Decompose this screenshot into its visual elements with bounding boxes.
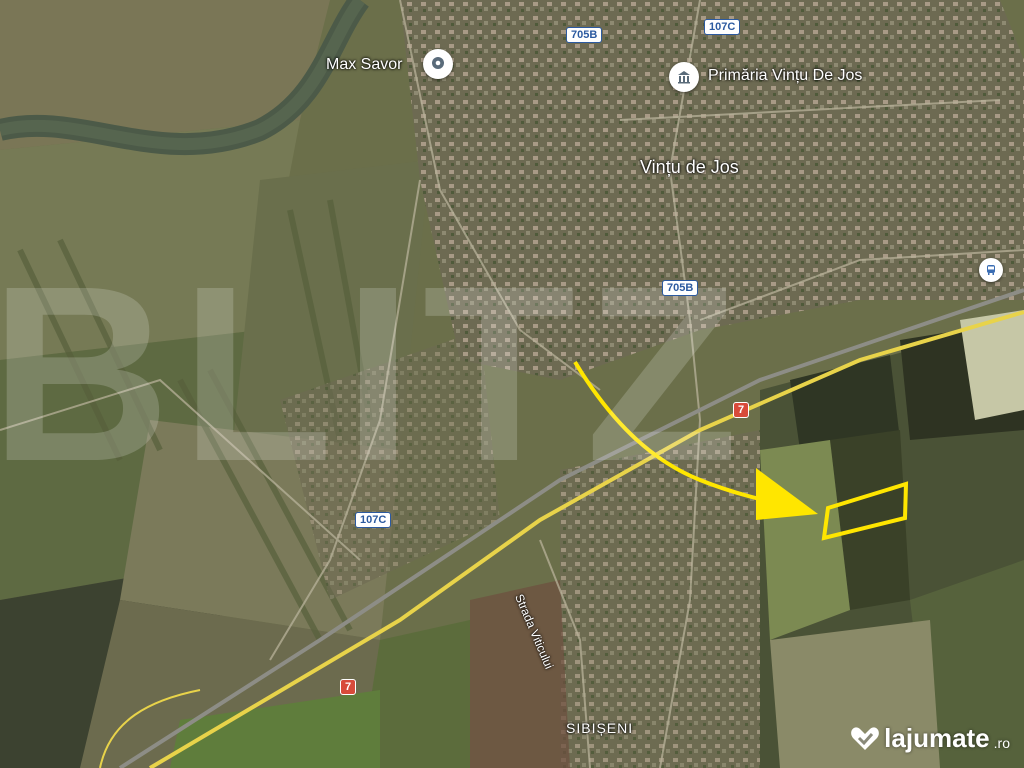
heart-logo-icon [851, 726, 880, 750]
road-shield-705b: 705B [566, 27, 603, 43]
location-pin-icon[interactable] [423, 49, 453, 79]
road-shield-107c: 107C [704, 19, 741, 35]
place-label-sibiseni[interactable]: SIBIȘENI [566, 720, 633, 736]
road-shield-705b: 705B [662, 280, 699, 296]
townhall-icon[interactable] [669, 62, 699, 92]
place-label-max-savor[interactable]: Max Savor [326, 56, 402, 74]
place-label-vintu-de-jos[interactable]: Vințu de Jos [640, 157, 739, 178]
road-shield-107c: 107C [355, 512, 392, 528]
road-shield-7: 7 [340, 679, 357, 695]
brand-tld: .ro [993, 734, 1010, 751]
brand-logo: lajumate .ro [850, 723, 1010, 754]
brand-name: lajumate [884, 723, 990, 753]
bus-station-icon[interactable] [979, 258, 1003, 282]
watermark: BLITZ [0, 234, 749, 513]
road-shield-7: 7 [733, 402, 750, 418]
place-label-primaria[interactable]: Primăria Vințu De Jos [708, 67, 862, 85]
